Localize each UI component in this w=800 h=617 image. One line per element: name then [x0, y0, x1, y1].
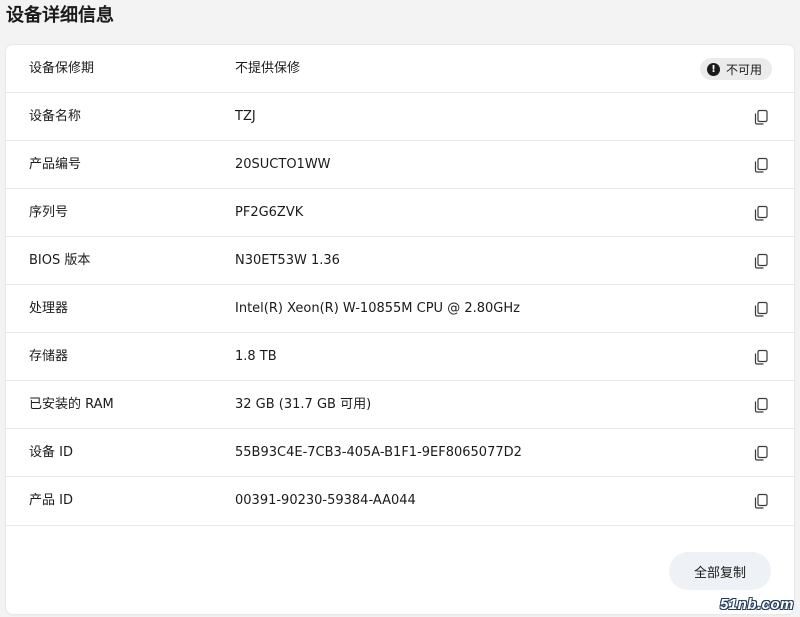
copy-button[interactable]: [752, 252, 770, 270]
spec-value: TZJ: [235, 109, 256, 124]
spec-label: 处理器: [29, 301, 69, 316]
copy-icon: [754, 397, 768, 413]
device-details-page: 设备详细信息 设备保修期 不提供保修 ! 不可用 设备名称 TZJ 产品编号 2…: [0, 0, 800, 617]
spec-row-product-number: 产品编号 20SUCTO1WW: [6, 141, 794, 189]
copy-button[interactable]: [752, 156, 770, 174]
spec-row-warranty: 设备保修期 不提供保修 ! 不可用: [6, 45, 794, 93]
device-details-card: 设备保修期 不提供保修 ! 不可用 设备名称 TZJ 产品编号 20SUCTO1…: [6, 45, 794, 614]
spec-row-product-id: 产品 ID 00391-90230-59384-AA044: [6, 477, 794, 526]
copy-button[interactable]: [752, 348, 770, 366]
spec-value: Intel(R) Xeon(R) W-10855M CPU @ 2.80GHz: [235, 301, 520, 316]
spec-value: 00391-90230-59384-AA044: [235, 493, 416, 508]
spec-value: 20SUCTO1WW: [235, 157, 331, 172]
copy-button[interactable]: [752, 204, 770, 222]
status-badge-label: 不可用: [725, 62, 762, 77]
status-badge: ! 不可用: [699, 58, 772, 80]
copy-all-button[interactable]: 全部复制: [669, 552, 771, 590]
spec-row-storage: 存储器 1.8 TB: [6, 333, 794, 381]
spec-value: 1.8 TB: [235, 349, 277, 364]
page-title: 设备详细信息: [6, 5, 114, 26]
spec-value: N30ET53W 1.36: [235, 253, 340, 268]
spec-value: 32 GB (31.7 GB 可用): [235, 397, 372, 412]
copy-icon: [754, 301, 768, 317]
copy-button[interactable]: [752, 396, 770, 414]
copy-button[interactable]: [752, 444, 770, 462]
copy-icon: [754, 109, 768, 125]
spec-label: 存储器: [29, 349, 69, 364]
watermark-logo: 51nb.com: [719, 596, 794, 613]
spec-label: BIOS 版本: [29, 253, 91, 268]
spec-label: 设备保修期: [29, 61, 95, 76]
spec-row-processor: 处理器 Intel(R) Xeon(R) W-10855M CPU @ 2.80…: [6, 285, 794, 333]
spec-label: 设备 ID: [29, 445, 73, 460]
spec-value: 不提供保修: [235, 61, 301, 76]
spec-row-device-name: 设备名称 TZJ: [6, 93, 794, 141]
spec-row-bios-version: BIOS 版本 N30ET53W 1.36: [6, 237, 794, 285]
copy-icon: [754, 205, 768, 221]
spec-row-installed-ram: 已安装的 RAM 32 GB (31.7 GB 可用): [6, 381, 794, 429]
copy-button[interactable]: [752, 492, 770, 510]
spec-label: 产品编号: [29, 157, 82, 172]
spec-label: 设备名称: [29, 109, 82, 124]
spec-label: 已安装的 RAM: [29, 397, 114, 412]
copy-button[interactable]: [752, 108, 770, 126]
spec-row-device-id: 设备 ID 55B93C4E-7CB3-405A-B1F1-9EF8065077…: [6, 429, 794, 477]
spec-label: 序列号: [29, 205, 69, 220]
spec-label: 产品 ID: [29, 493, 73, 508]
copy-icon: [754, 445, 768, 461]
copy-icon: [754, 157, 768, 173]
copy-icon: [754, 253, 768, 269]
exclamation-icon: !: [706, 62, 720, 76]
spec-value: PF2G6ZVK: [235, 205, 304, 220]
spec-value: 55B93C4E-7CB3-405A-B1F1-9EF8065077D2: [235, 445, 522, 460]
copy-icon: [754, 493, 768, 509]
copy-icon: [754, 349, 768, 365]
spec-list: 设备保修期 不提供保修 ! 不可用 设备名称 TZJ 产品编号 20SUCTO1…: [6, 45, 794, 526]
spec-row-serial-number: 序列号 PF2G6ZVK: [6, 189, 794, 237]
copy-button[interactable]: [752, 300, 770, 318]
